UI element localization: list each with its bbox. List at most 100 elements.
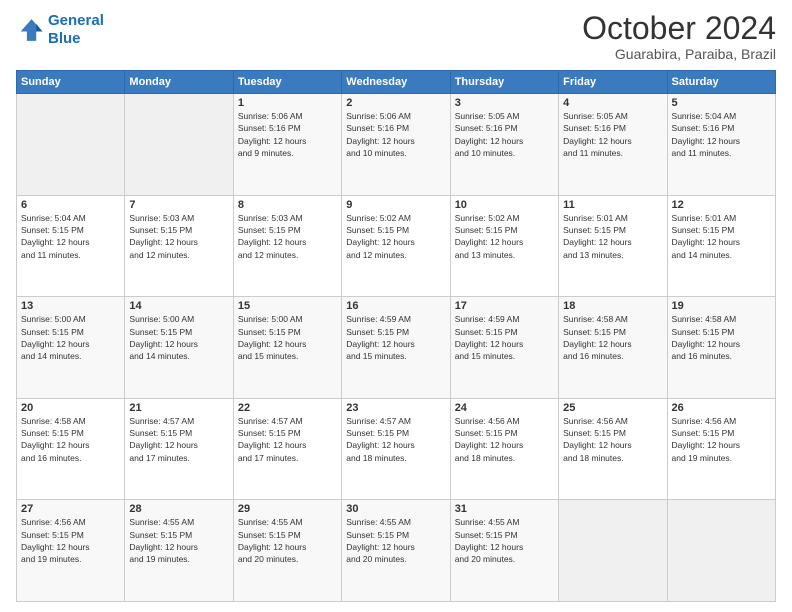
logo-icon [16, 16, 44, 44]
day-detail: Sunrise: 4:59 AM Sunset: 5:15 PM Dayligh… [455, 313, 554, 362]
day-number: 2 [346, 97, 445, 109]
day-detail: Sunrise: 5:05 AM Sunset: 5:16 PM Dayligh… [563, 110, 662, 159]
header: General Blue October 2024 Guarabira, Par… [16, 12, 776, 62]
day-detail: Sunrise: 4:55 AM Sunset: 5:15 PM Dayligh… [455, 516, 554, 565]
day-detail: Sunrise: 5:03 AM Sunset: 5:15 PM Dayligh… [129, 212, 228, 261]
week-row-1: 1Sunrise: 5:06 AM Sunset: 5:16 PM Daylig… [17, 94, 776, 196]
week-row-5: 27Sunrise: 4:56 AM Sunset: 5:15 PM Dayli… [17, 500, 776, 602]
col-wednesday: Wednesday [342, 71, 450, 94]
day-detail: Sunrise: 4:58 AM Sunset: 5:15 PM Dayligh… [563, 313, 662, 362]
logo: General Blue [16, 12, 104, 48]
day-number: 9 [346, 199, 445, 211]
day-number: 30 [346, 503, 445, 515]
day-detail: Sunrise: 5:01 AM Sunset: 5:15 PM Dayligh… [563, 212, 662, 261]
day-number: 17 [455, 300, 554, 312]
week-row-2: 6Sunrise: 5:04 AM Sunset: 5:15 PM Daylig… [17, 195, 776, 297]
day-detail: Sunrise: 5:01 AM Sunset: 5:15 PM Dayligh… [672, 212, 771, 261]
calendar-header: Sunday Monday Tuesday Wednesday Thursday… [17, 71, 776, 94]
day-number: 12 [672, 199, 771, 211]
page: General Blue October 2024 Guarabira, Par… [0, 0, 792, 612]
week-row-3: 13Sunrise: 5:00 AM Sunset: 5:15 PM Dayli… [17, 297, 776, 399]
day-cell: 4Sunrise: 5:05 AM Sunset: 5:16 PM Daylig… [559, 94, 667, 196]
day-cell: 13Sunrise: 5:00 AM Sunset: 5:15 PM Dayli… [17, 297, 125, 399]
day-cell: 19Sunrise: 4:58 AM Sunset: 5:15 PM Dayli… [667, 297, 775, 399]
day-detail: Sunrise: 5:00 AM Sunset: 5:15 PM Dayligh… [129, 313, 228, 362]
day-detail: Sunrise: 4:56 AM Sunset: 5:15 PM Dayligh… [672, 415, 771, 464]
col-saturday: Saturday [667, 71, 775, 94]
day-cell: 27Sunrise: 4:56 AM Sunset: 5:15 PM Dayli… [17, 500, 125, 602]
day-number: 24 [455, 402, 554, 414]
day-number: 15 [238, 300, 337, 312]
col-tuesday: Tuesday [233, 71, 341, 94]
day-number: 28 [129, 503, 228, 515]
day-number: 7 [129, 199, 228, 211]
day-detail: Sunrise: 5:04 AM Sunset: 5:15 PM Dayligh… [21, 212, 120, 261]
day-cell: 15Sunrise: 5:00 AM Sunset: 5:15 PM Dayli… [233, 297, 341, 399]
day-detail: Sunrise: 4:57 AM Sunset: 5:15 PM Dayligh… [238, 415, 337, 464]
day-number: 22 [238, 402, 337, 414]
day-cell: 26Sunrise: 4:56 AM Sunset: 5:15 PM Dayli… [667, 398, 775, 500]
day-cell: 5Sunrise: 5:04 AM Sunset: 5:16 PM Daylig… [667, 94, 775, 196]
day-number: 3 [455, 97, 554, 109]
day-cell: 21Sunrise: 4:57 AM Sunset: 5:15 PM Dayli… [125, 398, 233, 500]
day-cell: 2Sunrise: 5:06 AM Sunset: 5:16 PM Daylig… [342, 94, 450, 196]
day-number: 6 [21, 199, 120, 211]
day-detail: Sunrise: 4:57 AM Sunset: 5:15 PM Dayligh… [346, 415, 445, 464]
week-row-4: 20Sunrise: 4:58 AM Sunset: 5:15 PM Dayli… [17, 398, 776, 500]
day-detail: Sunrise: 4:59 AM Sunset: 5:15 PM Dayligh… [346, 313, 445, 362]
day-cell: 10Sunrise: 5:02 AM Sunset: 5:15 PM Dayli… [450, 195, 558, 297]
day-number: 20 [21, 402, 120, 414]
day-cell: 28Sunrise: 4:55 AM Sunset: 5:15 PM Dayli… [125, 500, 233, 602]
header-row: Sunday Monday Tuesday Wednesday Thursday… [17, 71, 776, 94]
calendar-table: Sunday Monday Tuesday Wednesday Thursday… [16, 70, 776, 602]
logo-general: General [48, 12, 104, 29]
day-number: 31 [455, 503, 554, 515]
day-number: 11 [563, 199, 662, 211]
day-cell: 11Sunrise: 5:01 AM Sunset: 5:15 PM Dayli… [559, 195, 667, 297]
day-detail: Sunrise: 5:02 AM Sunset: 5:15 PM Dayligh… [346, 212, 445, 261]
day-cell: 23Sunrise: 4:57 AM Sunset: 5:15 PM Dayli… [342, 398, 450, 500]
day-cell: 25Sunrise: 4:56 AM Sunset: 5:15 PM Dayli… [559, 398, 667, 500]
day-number: 23 [346, 402, 445, 414]
day-detail: Sunrise: 4:58 AM Sunset: 5:15 PM Dayligh… [672, 313, 771, 362]
day-cell: 24Sunrise: 4:56 AM Sunset: 5:15 PM Dayli… [450, 398, 558, 500]
logo-blue-text: Blue [48, 30, 81, 47]
day-number: 18 [563, 300, 662, 312]
day-number: 26 [672, 402, 771, 414]
day-detail: Sunrise: 5:05 AM Sunset: 5:16 PM Dayligh… [455, 110, 554, 159]
day-number: 10 [455, 199, 554, 211]
day-detail: Sunrise: 5:00 AM Sunset: 5:15 PM Dayligh… [21, 313, 120, 362]
day-detail: Sunrise: 4:55 AM Sunset: 5:15 PM Dayligh… [238, 516, 337, 565]
day-cell [125, 94, 233, 196]
day-detail: Sunrise: 4:57 AM Sunset: 5:15 PM Dayligh… [129, 415, 228, 464]
day-cell: 17Sunrise: 4:59 AM Sunset: 5:15 PM Dayli… [450, 297, 558, 399]
day-number: 27 [21, 503, 120, 515]
day-number: 4 [563, 97, 662, 109]
col-friday: Friday [559, 71, 667, 94]
day-number: 21 [129, 402, 228, 414]
day-cell: 29Sunrise: 4:55 AM Sunset: 5:15 PM Dayli… [233, 500, 341, 602]
day-cell: 6Sunrise: 5:04 AM Sunset: 5:15 PM Daylig… [17, 195, 125, 297]
day-cell [17, 94, 125, 196]
day-detail: Sunrise: 4:56 AM Sunset: 5:15 PM Dayligh… [455, 415, 554, 464]
col-sunday: Sunday [17, 71, 125, 94]
day-cell: 18Sunrise: 4:58 AM Sunset: 5:15 PM Dayli… [559, 297, 667, 399]
day-detail: Sunrise: 4:58 AM Sunset: 5:15 PM Dayligh… [21, 415, 120, 464]
day-number: 25 [563, 402, 662, 414]
day-number: 29 [238, 503, 337, 515]
day-detail: Sunrise: 5:06 AM Sunset: 5:16 PM Dayligh… [238, 110, 337, 159]
day-cell: 20Sunrise: 4:58 AM Sunset: 5:15 PM Dayli… [17, 398, 125, 500]
logo-text: General Blue [48, 12, 104, 48]
day-number: 13 [21, 300, 120, 312]
day-detail: Sunrise: 4:56 AM Sunset: 5:15 PM Dayligh… [563, 415, 662, 464]
day-cell: 30Sunrise: 4:55 AM Sunset: 5:15 PM Dayli… [342, 500, 450, 602]
title-block: October 2024 Guarabira, Paraiba, Brazil [582, 12, 776, 62]
calendar-body: 1Sunrise: 5:06 AM Sunset: 5:16 PM Daylig… [17, 94, 776, 602]
day-number: 8 [238, 199, 337, 211]
day-cell [667, 500, 775, 602]
day-cell: 1Sunrise: 5:06 AM Sunset: 5:16 PM Daylig… [233, 94, 341, 196]
day-cell: 3Sunrise: 5:05 AM Sunset: 5:16 PM Daylig… [450, 94, 558, 196]
day-cell: 31Sunrise: 4:55 AM Sunset: 5:15 PM Dayli… [450, 500, 558, 602]
day-cell: 12Sunrise: 5:01 AM Sunset: 5:15 PM Dayli… [667, 195, 775, 297]
day-detail: Sunrise: 5:02 AM Sunset: 5:15 PM Dayligh… [455, 212, 554, 261]
